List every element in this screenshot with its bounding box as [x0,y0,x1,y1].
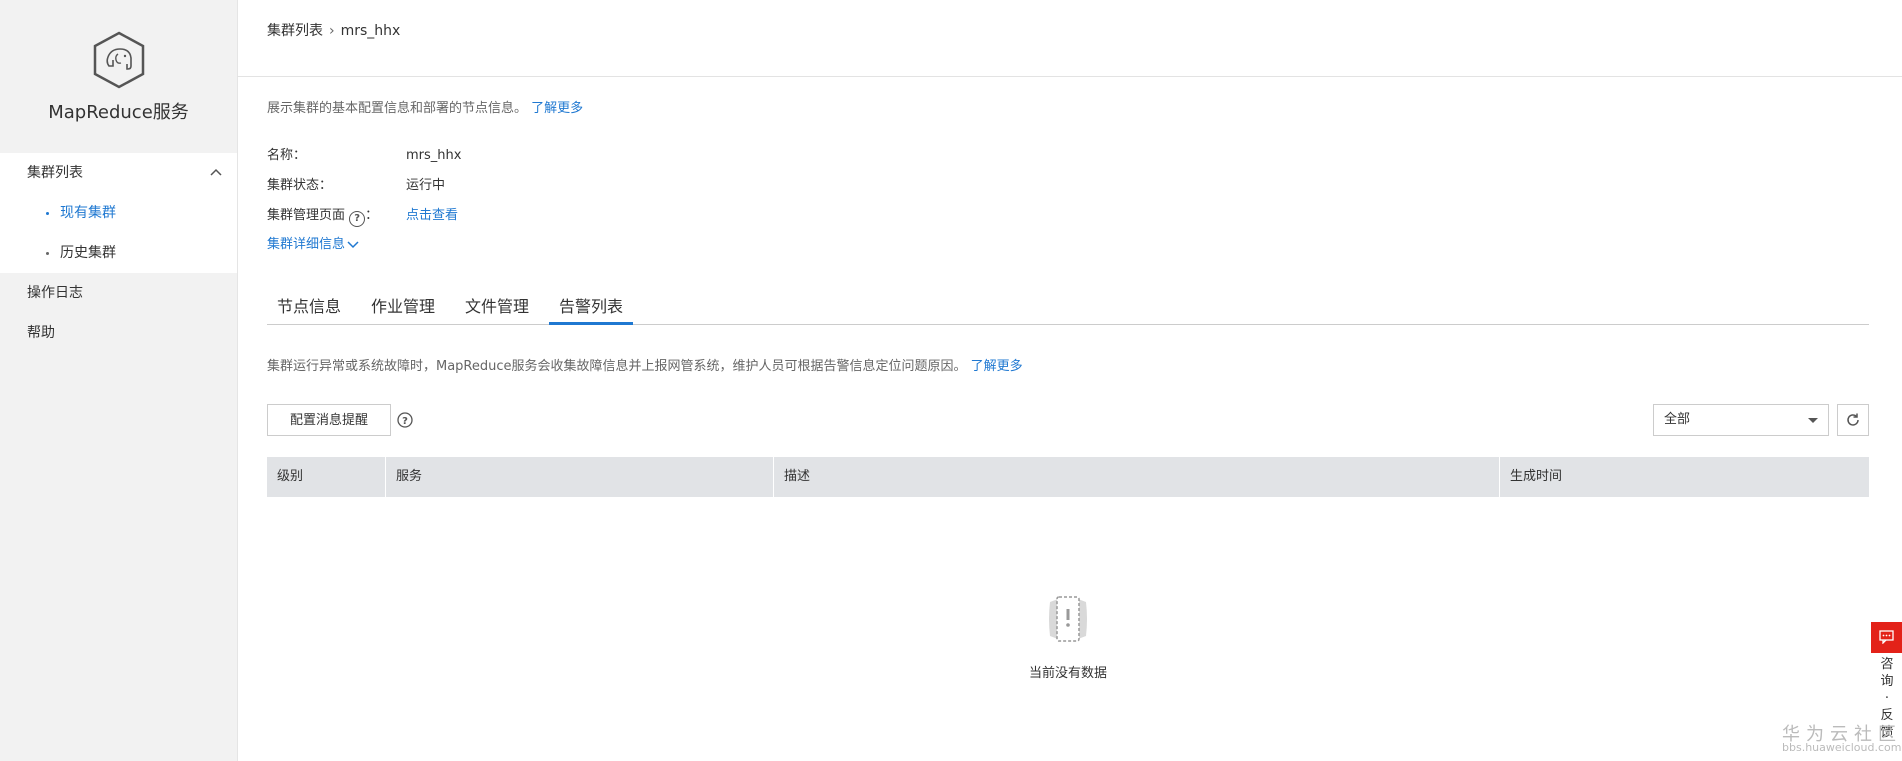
sidebar-nav: 集群列表 现有集群 历史集群 操作日志 帮助 [0,153,237,353]
caret-down-icon [1808,418,1818,423]
cluster-details-label: 集群详细信息 [267,237,346,252]
breadcrumb-parent-link[interactable]: 集群列表 [267,23,323,39]
sidebar-item-active-clusters[interactable]: 现有集群 [0,193,237,233]
configure-notification-button[interactable]: 配置消息提醒 [267,404,391,436]
bullet-dot [46,212,49,215]
chevron-up-icon [210,168,222,176]
empty-data-icon [1049,596,1087,642]
bullet-dot [46,252,49,255]
info-row-manage-page: 集群管理页面 ?：点击查看 [267,204,458,227]
column-header-service[interactable]: 服务 [385,457,773,497]
service-logo: MapReduce服务 [0,30,237,124]
breadcrumb: 集群列表 › mrs_hhx [267,20,400,40]
sidebar: MapReduce服务 集群列表 现有集群 历史集群 操作日志 帮助 [0,0,238,761]
tab-node-info[interactable]: 节点信息 [267,290,351,324]
alarm-description: 集群运行异常或系统故障时，MapReduce服务会收集故障信息并上报网管系统，维… [267,355,1023,374]
tab-job-management[interactable]: 作业管理 [361,290,445,324]
chat-icon [1879,630,1894,644]
tab-file-management[interactable]: 文件管理 [455,290,539,324]
sidebar-group-cluster-list[interactable]: 集群列表 [0,153,237,193]
sidebar-group-label: 集群列表 [27,165,83,181]
main-content: 集群列表 › mrs_hhx 展示集群的基本配置信息和部署的节点信息。 了解更多 名… [237,0,1902,761]
intro-description: 展示集群的基本配置信息和部署的节点信息。 了解更多 [267,97,583,116]
name-label: 名称： [267,148,307,163]
alarm-description-text: 集群运行异常或系统故障时，MapReduce服务会收集故障信息并上报网管系统，维… [267,359,967,374]
breadcrumb-separator-icon: › [329,23,335,39]
refresh-icon [1847,413,1859,426]
help-icon[interactable]: ? [349,211,366,227]
watermark-url: bbs.huaweicloud.com [1782,741,1902,754]
filter-selected-value: 全部 [1664,412,1691,427]
breadcrumb-current: mrs_hhx [340,23,401,39]
column-header-level[interactable]: 级别 [267,457,385,497]
alarm-table-header: 级别 服务 描述 生成时间 [267,457,1869,497]
sidebar-item-help[interactable]: 帮助 [0,313,237,353]
svg-text:?: ? [402,416,408,427]
empty-state-text: 当前没有数据 [1028,666,1107,681]
chevron-down-icon [347,240,359,248]
tab-bar: 节点信息 作业管理 文件管理 告警列表 [267,290,1869,325]
status-value: 运行中 [406,178,446,193]
elephant-logo-icon [93,31,144,89]
status-label: 集群状态： [267,178,333,193]
page-header: 集群列表 › mrs_hhx [237,0,1902,77]
tab-alarm-list[interactable]: 告警列表 [549,290,634,325]
alarm-learn-more-link[interactable]: 了解更多 [971,359,1023,374]
refresh-button[interactable] [1837,404,1869,436]
column-header-description[interactable]: 描述 [773,457,1499,497]
sidebar-item-operation-log[interactable]: 操作日志 [0,273,237,313]
learn-more-link[interactable]: 了解更多 [531,101,583,116]
cluster-details-toggle[interactable]: 集群详细信息 [267,233,359,252]
help-icon[interactable]: ? [397,412,413,428]
alarm-level-filter-select[interactable]: 全部 [1653,404,1829,436]
info-row-status: 集群状态： 运行中 [267,174,445,193]
sidebar-item-label: 帮助 [27,325,55,341]
sidebar-item-label: 历史集群 [60,245,116,261]
intro-text: 展示集群的基本配置信息和部署的节点信息。 [267,101,528,116]
manage-colon: ： [365,208,379,223]
sidebar-item-history-clusters[interactable]: 历史集群 [0,233,237,273]
sidebar-item-label: 操作日志 [27,285,83,301]
info-row-name: 名称： mrs_hhx [267,144,461,163]
empty-state: 当前没有数据 [267,590,1869,681]
service-title: MapReduce服务 [48,102,189,123]
manage-label-wrap: 集群管理页面 ?： [267,204,406,227]
sidebar-item-label: 现有集群 [60,205,116,221]
feedback-button[interactable] [1871,622,1902,653]
view-manage-page-link[interactable]: 点击查看 [406,208,458,223]
name-value: mrs_hhx [406,148,462,163]
column-header-generated-time[interactable]: 生成时间 [1499,457,1869,497]
manage-label: 集群管理页面 [267,208,346,223]
